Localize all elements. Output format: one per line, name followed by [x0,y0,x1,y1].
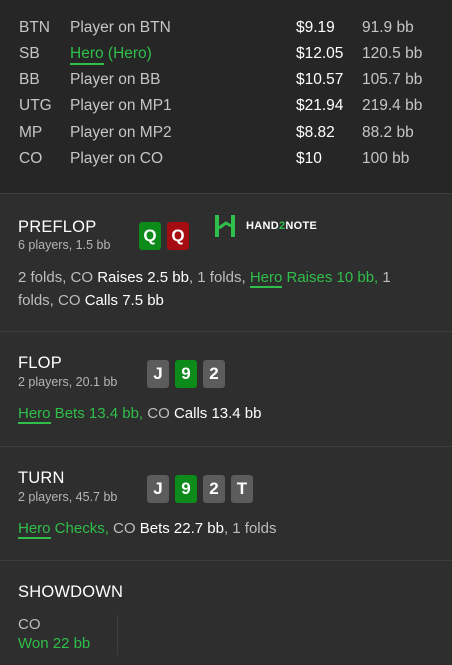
turn-section: TURN 2 players, 45.7 bb J 9 2 T Hero Che… [0,446,452,561]
player-name[interactable]: Player on BTN [70,15,171,41]
hero-link[interactable]: Hero [18,405,51,424]
player-stack-bb: 100 bb [362,150,410,167]
street-subtitle: 2 players, 20.1 bb [18,375,118,389]
player-position: BTN [19,19,50,36]
player-stack-money: $12.05 [296,45,344,62]
hero-link[interactable]: Hero [70,45,104,65]
board-card: J [147,360,169,388]
player-stack-money: $21.94 [296,97,344,114]
action-text: CO [143,405,174,422]
board-card: 2 [203,360,225,388]
hero-link[interactable]: Hero [249,269,283,288]
hole-card: Q [139,222,161,250]
player-position: SB [19,45,40,62]
action-text: Bets 13.4 bb, [50,405,144,422]
player-stack-bb: 105.7 bb [362,71,423,88]
players-table: BTN Player on BTN $9.19 91.9 bb SB Hero … [0,0,452,193]
preflop-actions: 2 folds, CO Raises 2.5 bb, 1 folds, Hero… [18,266,418,312]
logo-part: HAND [246,220,279,232]
player-row: UTG Player on MP1 $21.94 219.4 bb [0,93,452,119]
street-subtitle: 6 players, 1.5 bb [18,238,111,252]
flop-section: FLOP 2 players, 20.1 bb J 9 2 Hero Bets … [0,331,452,446]
street-subtitle: 2 players, 45.7 bb [18,490,118,504]
logo-part: NOTE [285,220,318,232]
street-title: FLOP [18,354,62,372]
action-text: Calls 13.4 bb [173,405,262,422]
action-text: Raises 2.5 bb [97,269,189,286]
player-position: UTG [19,97,52,114]
player-row: CO Player on CO $10 100 bb [0,146,452,172]
hand2note-logo [215,215,235,237]
street-title: TURN [18,469,65,487]
turn-actions: Hero Checks, CO Bets 22.7 bb, 1 folds [18,517,418,540]
showdown-section: SHOWDOWN CO Won 22 bb [0,560,452,665]
player-stack-money: $8.82 [296,124,335,141]
player-stack-money: $9.19 [296,19,335,36]
player-row: BB Player on BB $10.57 105.7 bb [0,67,452,93]
hero-player-name[interactable]: Hero (Hero) [70,41,152,67]
hole-card: Q [167,222,189,250]
showdown-player: CO [18,616,41,633]
player-row-hero: SB Hero (Hero) $12.05 120.5 bb [0,41,452,67]
showdown-divider [117,615,118,655]
player-stack-money: $10 [296,150,322,167]
player-name[interactable]: Player on MP2 [70,120,172,146]
player-row: MP Player on MP2 $8.82 88.2 bb [0,120,452,146]
player-stack-bb: 91.9 bb [362,19,414,36]
player-name[interactable]: Player on CO [70,146,163,172]
action-text: Bets 22.7 bb [139,520,224,537]
flop-actions: Hero Bets 13.4 bb, CO Calls 13.4 bb [18,402,418,425]
action-text: Calls 7.5 bb [84,292,164,309]
player-stack-bb: 219.4 bb [362,97,423,114]
player-position: MP [19,124,43,141]
hand2note-logo-text: HAND2NOTE [246,220,317,232]
player-stack-money: $10.57 [296,71,344,88]
action-text: 2 folds, CO [18,269,98,286]
board-card: T [231,475,253,503]
board-card: J [147,475,169,503]
action-text: Raises 10 bb, [282,269,379,286]
player-position: BB [19,71,40,88]
action-text: , 1 folds, [188,269,250,286]
board-card: 9 [175,475,197,503]
player-position: CO [19,150,43,167]
action-text: CO [108,520,140,537]
player-stack-bb: 88.2 bb [362,124,414,141]
hero-link[interactable]: Hero [18,520,51,539]
board-card: 2 [203,475,225,503]
player-name[interactable]: Player on BB [70,67,160,93]
action-text: , 1 folds [223,520,277,537]
player-name[interactable]: Player on MP1 [70,93,172,119]
action-text: Checks, [50,520,109,537]
hero-suffix: (Hero) [103,45,152,62]
player-row: BTN Player on BTN $9.19 91.9 bb [0,15,452,41]
player-stack-bb: 120.5 bb [362,45,423,62]
showdown-result: Won 22 bb [18,635,91,652]
board-card: 9 [175,360,197,388]
street-title: PREFLOP [18,218,97,236]
street-title: SHOWDOWN [18,583,124,601]
